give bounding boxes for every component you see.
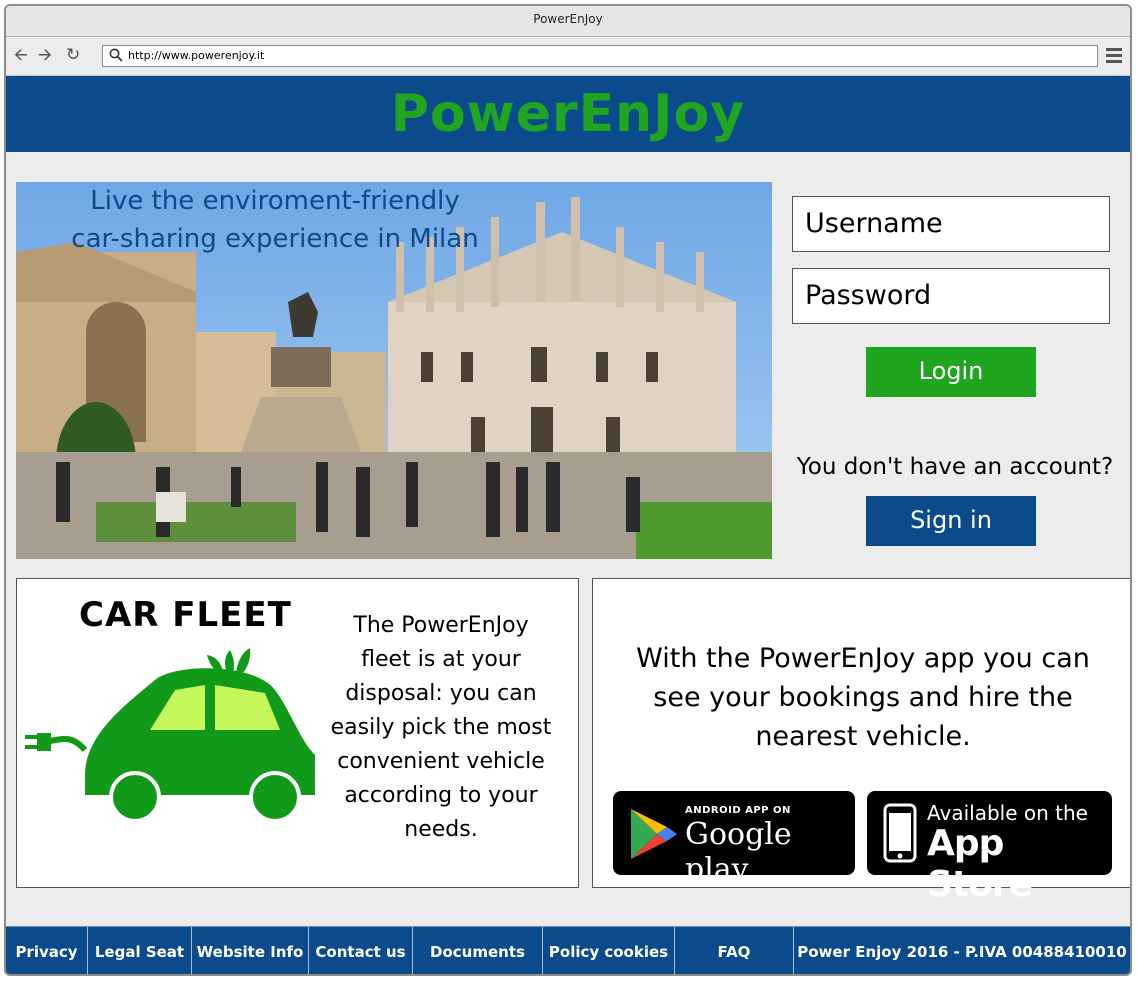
window-title: PowerEnJoy [6, 6, 1130, 37]
fleet-description: The PowerEnJoy fleet is at your disposal… [330, 613, 552, 842]
app-store-small-text: Available on the [927, 801, 1088, 825]
tagline-line-1: Live the enviroment-friendly [90, 186, 460, 216]
menu-icon[interactable] [1106, 48, 1122, 66]
site-footer: Privacy Legal Seat Website Info Contact … [6, 926, 1130, 974]
hero-image: Live the enviroment-friendly car-sharing… [16, 182, 772, 559]
refresh-icon[interactable]: ↻ [66, 46, 80, 64]
footer-link-policy-cookies[interactable]: Policy cookies [543, 927, 675, 974]
app-store-big-text: App Store [927, 823, 1033, 905]
username-field[interactable]: Username [792, 196, 1110, 252]
signin-button[interactable]: Sign in [866, 496, 1036, 546]
footer-link-legal-seat[interactable]: Legal Seat [88, 927, 192, 974]
app-store-badge[interactable]: Available on the App Store [867, 791, 1112, 905]
footer-link-contact-us[interactable]: Contact us [309, 927, 413, 974]
google-play-badge[interactable]: ANDROID APP ON Google play [613, 791, 855, 887]
footer-copyright: Power Enjoy 2016 - P.IVA 00488410010 [797, 943, 1127, 961]
password-field[interactable]: Password [792, 268, 1110, 324]
url-text: http://www.powerenjoy.it [128, 49, 265, 62]
google-play-small-text: ANDROID APP ON [685, 805, 791, 816]
fleet-title: CAR FLEET [79, 595, 292, 635]
app-description: With the PowerEnJoy app you can see your… [636, 643, 1090, 752]
browser-window: PowerEnJoy 🡨 🡪 ↻ http://www.powerenjoy.i… [4, 4, 1132, 976]
footer-link-documents[interactable]: Documents [413, 927, 543, 974]
footer-link-faq[interactable]: FAQ [675, 927, 794, 974]
tagline-line-2: car-sharing experience in Milan [71, 224, 479, 254]
footer-link-privacy[interactable]: Privacy [6, 927, 88, 974]
forward-arrow-icon[interactable]: 🡪 [38, 46, 52, 64]
footer-link-website-info[interactable]: Website Info [192, 927, 309, 974]
electric-car-icon [25, 648, 315, 823]
no-account-text: You don't have an account? [796, 454, 1114, 480]
back-arrow-icon[interactable]: 🡨 [14, 46, 28, 64]
google-play-icon [631, 809, 677, 859]
address-bar[interactable]: http://www.powerenjoy.it [102, 45, 1098, 67]
hero-tagline: Live the enviroment-friendly car-sharing… [40, 182, 510, 258]
apple-phone-icon [883, 803, 917, 863]
search-icon [109, 48, 123, 62]
site-header: PowerEnJoy [6, 76, 1130, 152]
brand-logo[interactable]: PowerEnJoy [391, 84, 745, 144]
car-fleet-panel: CAR FLEET The PowerEnJoy fleet is at you… [16, 578, 579, 888]
google-play-big-text: Google play [685, 817, 792, 887]
browser-toolbar: 🡨 🡪 ↻ http://www.powerenjoy.it [6, 37, 1130, 76]
login-button[interactable]: Login [866, 347, 1036, 397]
app-panel: With the PowerEnJoy app you can see your… [592, 578, 1130, 905]
